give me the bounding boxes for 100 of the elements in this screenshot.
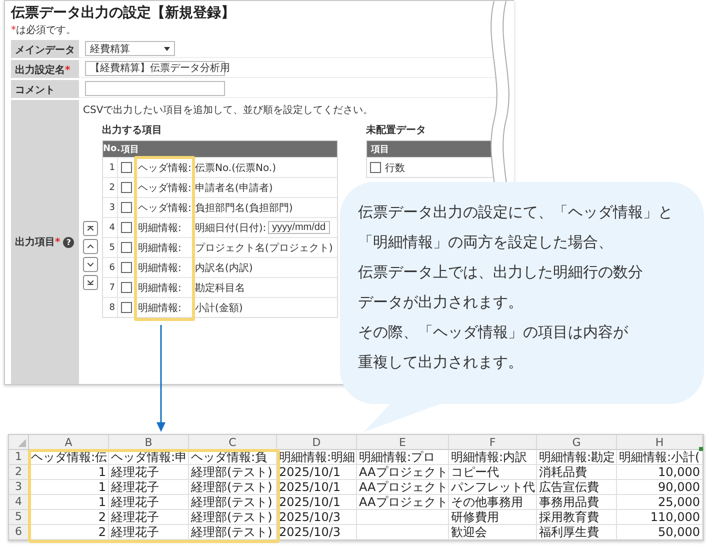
table-cell: 広告宣伝費 xyxy=(537,480,617,495)
field-label: コメント xyxy=(11,80,79,98)
checkbox[interactable] xyxy=(121,182,132,193)
table-cell: 採用教育費 xyxy=(537,510,617,525)
item-prefix: 明細情報: xyxy=(137,222,182,234)
page-title: 伝票データ出力の設定【新規登録】 xyxy=(10,4,236,22)
row-number[interactable]: 1 xyxy=(9,450,29,465)
row-number: 2 xyxy=(103,178,118,197)
row-number[interactable]: 5 xyxy=(9,510,29,525)
table-cell: 経理部(テスト) xyxy=(189,495,277,510)
row-number: 3 xyxy=(103,198,118,217)
table-cell: 明細情報:プロ xyxy=(357,450,449,465)
move-top-icon[interactable] xyxy=(83,221,98,236)
checkbox[interactable] xyxy=(121,262,132,273)
table-cell: 経理花子 xyxy=(109,525,189,540)
table-cell: 1 xyxy=(29,480,109,495)
dropdown-icon xyxy=(164,46,170,50)
item-prefix: ヘッダ情報: xyxy=(137,162,192,174)
item-name: 明細日付(日付): xyxy=(195,222,266,234)
table-cell: 経理花子 xyxy=(109,465,189,480)
item-name: 内訳名(内訳) xyxy=(195,262,253,274)
table-cell: 研修費用 xyxy=(449,510,537,525)
row-number: 5 xyxy=(103,238,118,257)
row-number[interactable]: 6 xyxy=(9,525,29,540)
input-field[interactable] xyxy=(85,81,225,96)
item-prefix: ヘッダ情報: xyxy=(137,182,192,194)
row-number: 4 xyxy=(103,218,118,237)
table-cell: 2 xyxy=(29,525,109,540)
checkbox[interactable] xyxy=(121,282,132,293)
instruction-text: CSVで出力したい項目を追加して、並び順を設定してください。 xyxy=(83,104,374,117)
callout-text: 伝票データ出力の設定にて、「ヘッダ情報」と 「明細情報」の両方を設定した場合、 伝票データ上では、出力した明細行の数分 データが出力されます。 その際、「ヘッダ情報」の項目は内容が 重複して出力されます。 xyxy=(358,202,673,373)
table-cell: ヘッダ情報:伝 xyxy=(29,450,109,465)
table-cell: 経理花子 xyxy=(109,510,189,525)
main-data-select[interactable]: 経費精算 xyxy=(85,41,175,56)
table-cell: 経理花子 xyxy=(109,480,189,495)
row-number[interactable]: 4 xyxy=(9,495,29,510)
column-letter[interactable]: F xyxy=(449,435,537,450)
table-cell: ヘッダ情報:申 xyxy=(109,450,189,465)
required-note: *は必須です。 xyxy=(10,24,77,38)
help-icon[interactable]: ? xyxy=(63,236,74,248)
row-number: 1 xyxy=(103,158,118,177)
move-down-icon[interactable] xyxy=(83,257,98,272)
table-cell: 経理部(テスト) xyxy=(189,525,277,540)
column-letter[interactable]: D xyxy=(277,435,357,450)
resize-mark-icon xyxy=(699,447,703,451)
checkbox[interactable] xyxy=(121,222,132,233)
item-name: 伝票No.(伝票No.) xyxy=(195,162,276,174)
item-name: 負担部門名(負担部門) xyxy=(195,202,293,214)
checkbox[interactable] xyxy=(370,162,381,173)
table-cell: 50,000 xyxy=(617,525,703,540)
table-cell: 明細情報:小計( xyxy=(617,450,703,465)
item-name: 小計(金額) xyxy=(195,302,243,314)
table-cell: 福利厚生費 xyxy=(537,525,617,540)
item-name: 申請者名(申請者) xyxy=(195,182,273,194)
item-prefix: 明細情報: xyxy=(137,262,182,274)
table-cell: 2025/10/3 xyxy=(277,510,357,525)
column-letter[interactable]: B xyxy=(109,435,189,450)
item-name: 行数 xyxy=(385,162,405,174)
row-number: 7 xyxy=(103,278,118,297)
column-letter[interactable]: H xyxy=(617,435,703,450)
row-number[interactable]: 3 xyxy=(9,480,29,495)
table-cell: 明細情報:勘定 xyxy=(537,450,617,465)
table-cell: 2025/10/1 xyxy=(277,495,357,510)
table-cell: 10,000 xyxy=(617,465,703,480)
table-cell: パンフレット代 xyxy=(449,480,537,495)
output-items-label: 出力項目* xyxy=(15,236,60,249)
table-cell: 2025/10/1 xyxy=(277,465,357,480)
checkbox[interactable] xyxy=(121,202,132,213)
item-name: 勘定科目名 xyxy=(195,282,245,294)
table-cell: 経理部(テスト) xyxy=(189,510,277,525)
table-cell: 1 xyxy=(29,495,109,510)
item-prefix: 明細情報: xyxy=(137,242,182,254)
checkbox[interactable] xyxy=(121,242,132,253)
item-name: プロジェクト名(プロジェクト) xyxy=(195,242,333,254)
table-cell: AAプロジェクト xyxy=(357,480,449,495)
table-cell: 90,000 xyxy=(617,480,703,495)
date-format-select[interactable]: yyyy/mm/dd xyxy=(268,221,330,234)
row-number: 6 xyxy=(103,258,118,277)
table-cell: 2 xyxy=(29,510,109,525)
row-number: 8 xyxy=(103,298,118,317)
move-up-icon[interactable] xyxy=(83,239,98,254)
field-label: メインデータ xyxy=(11,40,79,58)
checkbox[interactable] xyxy=(121,162,132,173)
checkbox[interactable] xyxy=(121,302,132,313)
column-letter[interactable]: C xyxy=(189,435,277,450)
column-letter[interactable]: G xyxy=(537,435,617,450)
item-prefix: ヘッダ情報: xyxy=(137,202,192,214)
table-cell: AAプロジェクト xyxy=(357,495,449,510)
table-cell: 110,000 xyxy=(617,510,703,525)
move-bottom-icon[interactable] xyxy=(83,275,98,290)
table-cell: 消耗品費 xyxy=(537,465,617,480)
row-number[interactable]: 2 xyxy=(9,465,29,480)
table-cell: コピー代 xyxy=(449,465,537,480)
table-cell: ヘッダ情報:負 xyxy=(189,450,277,465)
table-cell: 経理部(テスト) xyxy=(189,465,277,480)
column-letter[interactable]: A xyxy=(29,435,109,450)
table-cell: 2025/10/3 xyxy=(277,525,357,540)
item-prefix: 明細情報: xyxy=(137,282,182,294)
table-cell: 明細情報:内訳 xyxy=(449,450,537,465)
column-letter[interactable]: E xyxy=(357,435,449,450)
